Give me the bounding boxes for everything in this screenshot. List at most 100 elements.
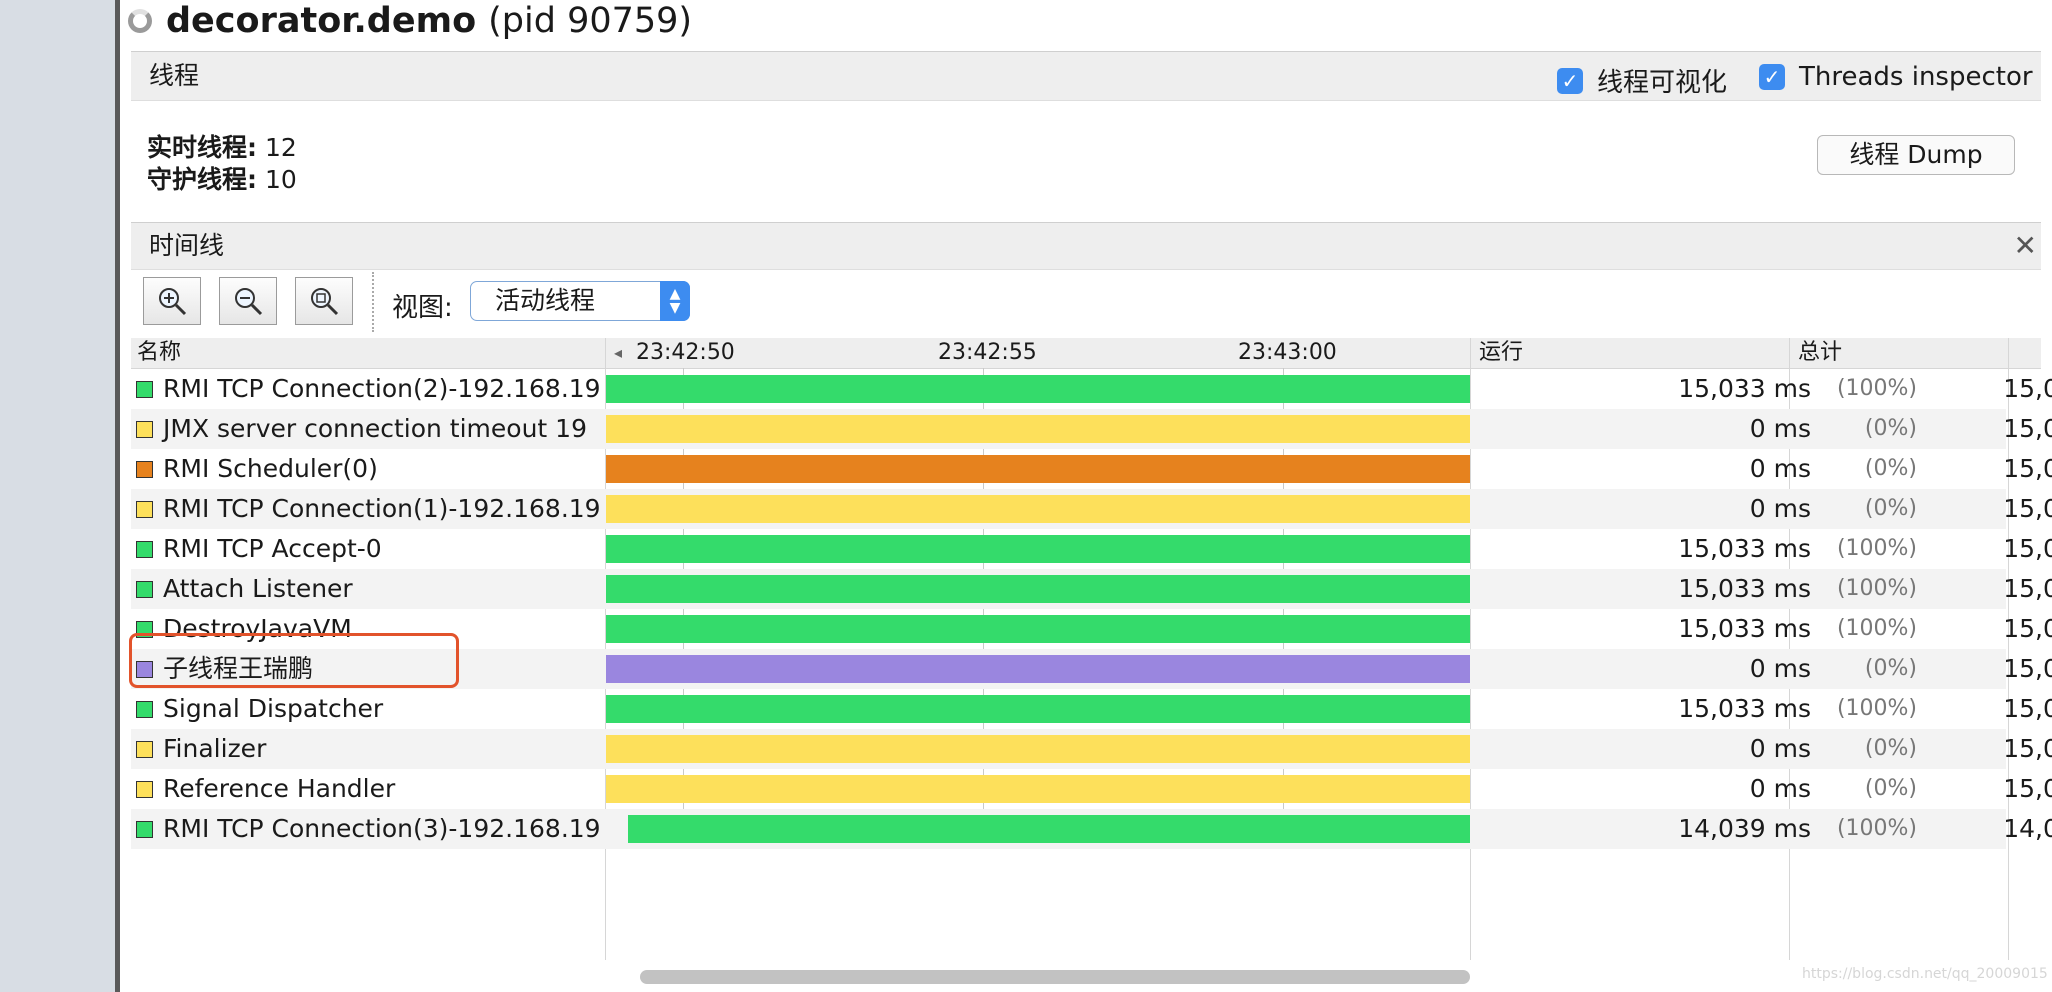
- threads-section-header: 线程 ✓ 线程可视化 ✓ Threads inspector: [131, 51, 2041, 101]
- running-percent: (100%): [1836, 816, 1917, 841]
- threads-inspector-checkbox[interactable]: ✓ Threads inspector: [1759, 62, 2033, 92]
- name-column-header[interactable]: 名称: [131, 338, 605, 369]
- total-time: 15,033 ms: [2003, 694, 2052, 723]
- app-pid: (pid 90759): [488, 1, 693, 41]
- timeline-cursor-icon: ◂: [614, 343, 623, 362]
- thread-name-cell: RMI TCP Accept-0: [136, 529, 606, 569]
- thread-timeline-bar: [606, 375, 1470, 403]
- close-icon[interactable]: ✕: [2014, 229, 2037, 262]
- thread-name-cell: Attach Listener: [136, 569, 606, 609]
- thread-name: RMI TCP Connection(1)-192.168.19: [163, 494, 601, 523]
- running-column-header[interactable]: 运行: [1471, 338, 1789, 369]
- total-time: 15,033 ms: [2003, 414, 2052, 443]
- view-select-value: 活动线程: [495, 286, 596, 315]
- threads-inspector-label: Threads inspector: [1799, 62, 2033, 92]
- running-time: 0 ms: [1749, 414, 1811, 443]
- running-percent: (100%): [1836, 696, 1917, 721]
- thread-row[interactable]: Reference Handler 0 ms (0%) 15,033 ms: [131, 769, 2052, 809]
- total-time: 15,033 ms: [2003, 494, 2052, 523]
- thread-row[interactable]: Signal Dispatcher 15,033 ms (100%) 15,033 m…: [131, 689, 2052, 729]
- name-column-label: 名称: [137, 340, 182, 365]
- column-corner: [2009, 338, 2041, 369]
- thread-state-swatch: [136, 540, 153, 558]
- thread-timeline-bar: [606, 615, 1470, 643]
- running-percent: (100%): [1836, 616, 1917, 641]
- running-percent: (0%): [1864, 656, 1917, 681]
- time-tick-label: 23:42:55: [938, 340, 1037, 365]
- running-time: 0 ms: [1749, 734, 1811, 763]
- thread-timeline-bar: [606, 495, 1470, 523]
- running-percent: (0%): [1864, 776, 1917, 801]
- app-title: decorator.demo: [166, 1, 477, 41]
- timeline-section-label: 时间线: [149, 231, 225, 260]
- thread-row[interactable]: Finalizer 0 ms (0%) 15,033 ms: [131, 729, 2052, 769]
- thread-name-cell: RMI TCP Connection(2)-192.168.19: [136, 369, 606, 409]
- running-time: 15,033 ms: [1678, 614, 1811, 643]
- thread-row[interactable]: RMI TCP Connection(2)-192.168.19 15,033 m…: [131, 369, 2052, 409]
- thread-state-swatch: [136, 780, 153, 798]
- app-title-row: decorator.demo (pid 90759): [128, 0, 692, 42]
- highlight-box: [129, 633, 459, 688]
- thread-state-swatch: [136, 460, 153, 478]
- zoom-in-button[interactable]: [143, 277, 201, 325]
- checkbox-checked-icon: ✓: [1759, 64, 1785, 90]
- visualize-threads-checkbox[interactable]: ✓ 线程可视化: [1557, 62, 1727, 99]
- live-threads-value: 12: [264, 133, 297, 162]
- thread-dump-button[interactable]: 线程 Dump: [1817, 135, 2015, 175]
- horizontal-scrollbar[interactable]: [640, 970, 1470, 984]
- running-percent: (0%): [1864, 456, 1917, 481]
- thread-row[interactable]: RMI TCP Accept-0 15,033 ms (100%) 15,033 ms: [131, 529, 2052, 569]
- thread-row[interactable]: JMX server connection timeout 19 0 ms (0%)…: [131, 409, 2052, 449]
- running-time: 0 ms: [1749, 654, 1811, 683]
- running-time: 14,039 ms: [1678, 814, 1811, 843]
- running-time: 0 ms: [1749, 494, 1811, 523]
- thread-state-swatch: [136, 580, 153, 598]
- thread-name: Finalizer: [163, 734, 267, 763]
- time-tick-label: 23:42:50: [636, 340, 735, 365]
- thread-name-cell: RMI TCP Connection(3)-192.168.19: [136, 809, 606, 849]
- total-time: 15,033 ms: [2003, 374, 2052, 403]
- zoom-fit-icon: [311, 288, 339, 316]
- thread-name: Attach Listener: [163, 574, 353, 603]
- left-gutter: [0, 0, 117, 992]
- zoom-out-button[interactable]: [219, 277, 277, 325]
- thread-name: Signal Dispatcher: [163, 694, 384, 723]
- total-time: 15,033 ms: [2003, 614, 2052, 643]
- total-time: 15,033 ms: [2003, 734, 2052, 763]
- threads-section-label: 线程: [149, 61, 200, 90]
- view-select[interactable]: 活动线程 ▲ ▼: [470, 281, 690, 321]
- thread-name-cell: RMI Scheduler(0): [136, 449, 606, 489]
- thread-name-cell: Signal Dispatcher: [136, 689, 606, 729]
- live-threads-label: 实时线程:: [147, 133, 257, 162]
- thread-timeline-bar: [606, 655, 1470, 683]
- select-arrows-icon: ▲ ▼: [660, 281, 690, 321]
- timeline-section-header: 时间线 ✕: [131, 222, 2041, 270]
- zoom-in-icon: [159, 288, 187, 316]
- total-column-label: 总计: [1798, 340, 1843, 365]
- thread-name: RMI TCP Connection(2)-192.168.19: [163, 374, 601, 403]
- running-percent: (100%): [1836, 576, 1917, 601]
- thread-row[interactable]: RMI TCP Connection(3)-192.168.19 14,039 m…: [131, 809, 2052, 849]
- thread-state-swatch: [136, 740, 153, 758]
- running-time: 15,033 ms: [1678, 534, 1811, 563]
- gutter-divider: [115, 0, 120, 992]
- thread-name: RMI TCP Connection(3)-192.168.19: [163, 814, 601, 843]
- running-percent: (0%): [1864, 736, 1917, 761]
- daemon-threads-stat: 守护线程: 10: [147, 160, 297, 196]
- thread-row[interactable]: Attach Listener 15,033 ms (100%) 15,033 ms: [131, 569, 2052, 609]
- running-percent: (0%): [1864, 496, 1917, 521]
- total-column-header[interactable]: 总计: [1790, 338, 2008, 369]
- thread-timeline-bar: [606, 735, 1470, 763]
- loading-spinner-icon: [128, 9, 152, 33]
- running-column-label: 运行: [1479, 340, 1524, 365]
- thread-row[interactable]: RMI TCP Connection(1)-192.168.19 0 ms (0%)…: [131, 489, 2052, 529]
- thread-timeline-bar: [606, 695, 1470, 723]
- zoom-fit-button[interactable]: [295, 277, 353, 325]
- running-percent: (100%): [1836, 376, 1917, 401]
- thread-name-cell: JMX server connection timeout 19: [136, 409, 606, 449]
- thread-name: RMI Scheduler(0): [163, 454, 378, 483]
- thread-name: RMI TCP Accept-0: [163, 534, 382, 563]
- time-tick-label: 23:43:00: [1238, 340, 1337, 365]
- thread-row[interactable]: RMI Scheduler(0) 0 ms (0%) 15,033 ms: [131, 449, 2052, 489]
- timeline-column-header[interactable]: ◂ 23:42:50 23:42:55 23:43:00: [606, 338, 1470, 369]
